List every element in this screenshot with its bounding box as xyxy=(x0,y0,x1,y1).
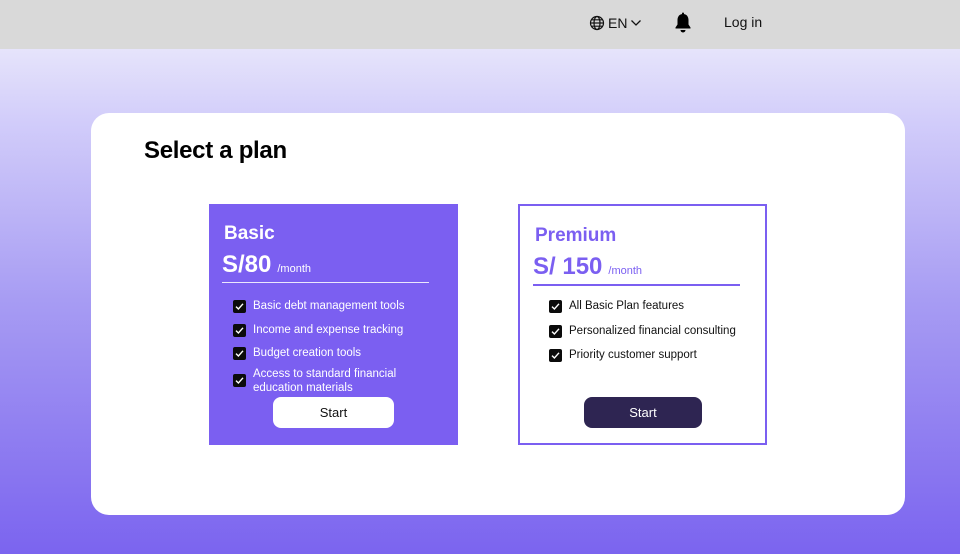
price-row: S/ 150 /month xyxy=(533,253,642,281)
checkbox-icon xyxy=(549,349,562,362)
checkbox-icon xyxy=(233,347,246,360)
plan-card-basic: Basic S/80 /month Basic debt management … xyxy=(209,204,458,445)
feature-text: Personalized financial consulting xyxy=(569,324,736,337)
checkbox-icon xyxy=(233,300,246,313)
plan-price: S/80 xyxy=(222,251,272,278)
feature-list: All Basic Plan features Personalized fin… xyxy=(549,299,736,373)
feature-text: Basic debt management tools xyxy=(253,300,405,312)
language-label: EN xyxy=(608,15,628,31)
price-row: S/80 /month xyxy=(222,251,311,279)
list-item: Personalized financial consulting xyxy=(549,324,736,338)
checkbox-icon xyxy=(549,324,562,338)
list-item: Basic debt management tools xyxy=(233,299,423,313)
start-basic-button[interactable]: Start xyxy=(273,397,394,428)
list-item: Priority customer support xyxy=(549,348,736,362)
start-premium-button[interactable]: Start xyxy=(584,397,702,428)
plan-selection-card: Select a plan Basic S/80 /month Basic de… xyxy=(91,113,905,515)
globe-icon xyxy=(589,15,605,31)
list-item: All Basic Plan features xyxy=(549,299,736,313)
plan-name: Premium xyxy=(535,225,617,246)
list-item: Access to standard financial education m… xyxy=(233,367,423,395)
plan-period: /month xyxy=(608,265,643,277)
list-item: Income and expense tracking xyxy=(233,323,423,337)
feature-text: Income and expense tracking xyxy=(253,323,404,336)
feature-list: Basic debt management tools Income and e… xyxy=(233,299,423,404)
top-bar: EN Log in xyxy=(0,0,960,49)
feature-text: All Basic Plan features xyxy=(569,300,685,312)
plan-name: Basic xyxy=(224,223,275,244)
feature-text: Budget creation tools xyxy=(253,347,362,359)
plan-price: S/ 150 xyxy=(533,253,603,280)
login-link[interactable]: Log in xyxy=(724,14,762,30)
bell-icon[interactable] xyxy=(673,12,693,34)
plan-period: /month xyxy=(277,263,312,275)
feature-text: Priority customer support xyxy=(569,349,697,361)
plan-card-premium: Premium S/ 150 /month All Basic Plan fea… xyxy=(518,204,767,445)
chevron-down-icon xyxy=(630,17,642,29)
checkbox-icon xyxy=(233,323,246,337)
list-item: Budget creation tools xyxy=(233,346,423,360)
divider xyxy=(222,282,429,283)
checkbox-icon xyxy=(549,300,562,313)
feature-text: Access to standard financial education m… xyxy=(253,367,397,394)
page-title: Select a plan xyxy=(144,137,287,164)
divider xyxy=(533,284,740,286)
language-selector[interactable]: EN xyxy=(589,13,642,33)
checkbox-icon xyxy=(233,373,246,387)
